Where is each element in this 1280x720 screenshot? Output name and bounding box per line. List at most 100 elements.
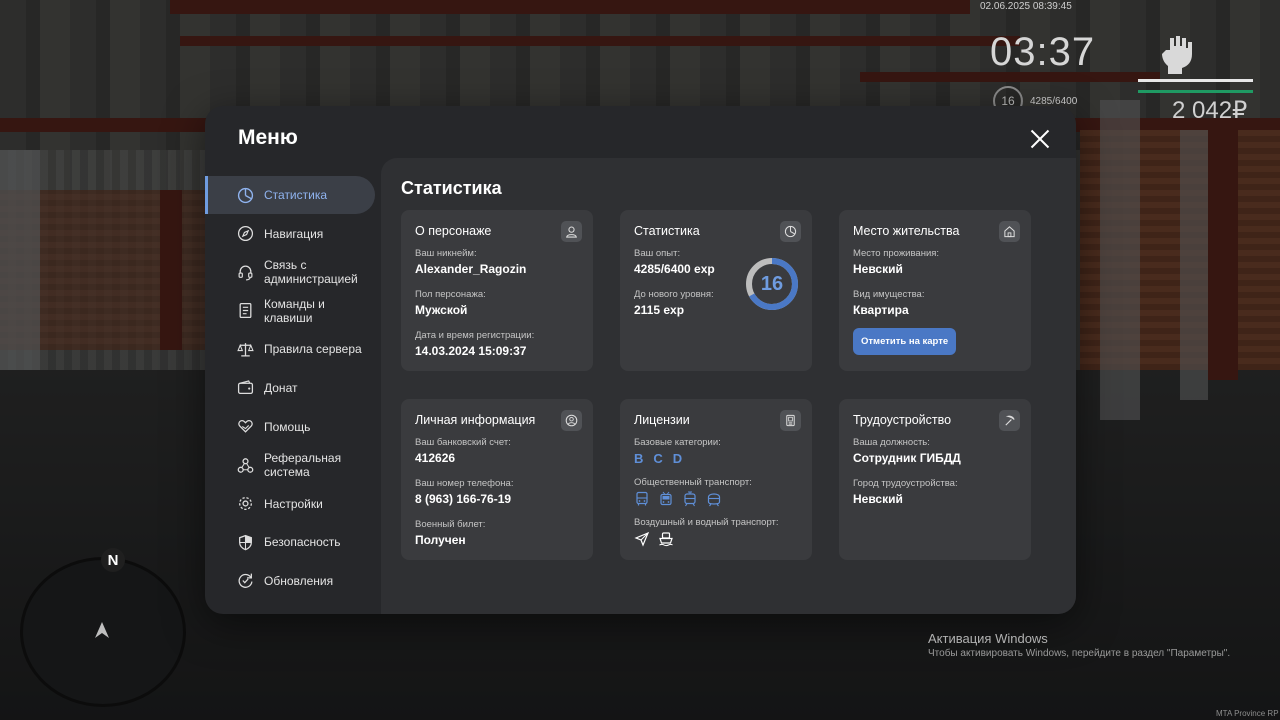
plane-icon [634, 531, 650, 547]
sidebar-item-admin-contact[interactable]: Связь с администрацией [205, 253, 375, 291]
card-character: О персонаже Ваш никнейм: Alexander_Ragoz… [401, 210, 593, 371]
tram-icon [684, 491, 696, 507]
headset-icon [238, 265, 253, 281]
bank-label: Ваш банковский счет: [415, 437, 511, 448]
pie-chart-icon [780, 221, 801, 242]
public-transport-icons [634, 491, 798, 507]
registration-label: Дата и время регистрации: [415, 330, 535, 341]
military-value: Получен [415, 533, 466, 547]
sidebar-item-label: Навигация [264, 226, 324, 241]
phone-value: 8 (963) 166-76-19 [415, 492, 512, 506]
position-label: Ваша должность: [853, 437, 930, 448]
user-icon [561, 221, 582, 242]
heart-hands-icon [238, 420, 253, 433]
card-residence: Место жительства Место проживания: Невск… [839, 210, 1031, 371]
card-title: О персонаже [415, 224, 492, 238]
boat-icon [659, 532, 673, 547]
page-title: Статистика [401, 178, 502, 198]
armor-bar [1138, 90, 1253, 93]
military-label: Военный билет: [415, 519, 486, 530]
nickname-value: Alexander_Ragozin [415, 262, 527, 276]
air-water-transport-label: Воздушный и водный транспорт: [634, 517, 779, 528]
metro-icon [707, 493, 721, 507]
server-watermark: MTA Province RP [1216, 709, 1279, 718]
home-icon [999, 221, 1020, 242]
fist-icon [1162, 36, 1192, 74]
card-employment: Трудоустройство Ваша должность: Сотрудни… [839, 399, 1031, 560]
property-value: Квартира [853, 303, 909, 317]
sidebar-item-updates[interactable]: Обновления [205, 562, 375, 600]
sidebar-item-stats[interactable]: Статистика [205, 176, 375, 214]
trolleybus-icon [660, 491, 672, 506]
gear-icon [239, 497, 252, 511]
phone-label: Ваш номер телефона: [415, 478, 514, 489]
scales-icon [237, 343, 254, 357]
gender-label: Пол персонажа: [415, 289, 486, 300]
sidebar-item-label: Команды и клавиши [264, 296, 325, 325]
card-title: Трудоустройство [853, 413, 952, 427]
card-title: Статистика [634, 224, 700, 238]
sidebar-item-label: Правила сервера [264, 342, 362, 357]
hud-money: 2 042₽ [1172, 97, 1248, 124]
sidebar-item-commands[interactable]: Команды и клавиши [205, 292, 375, 330]
license-category: B [634, 451, 644, 466]
hud-datetime: 02.06.2025 08:39:45 [980, 1, 1072, 12]
content-panel: Статистика О персонаже Ваш никнейм: Alex… [381, 158, 1076, 614]
sidebar-item-referral[interactable]: Реферальная система [205, 446, 375, 484]
windows-activation-title: Активация Windows [928, 631, 1048, 646]
card-personal-info: Личная информация Ваш банковский счет: 4… [401, 399, 593, 560]
license-category: D [672, 451, 683, 466]
sidebar-item-label: Настройки [264, 496, 323, 511]
license-category: C [653, 451, 663, 466]
player-arrow-icon [95, 622, 109, 638]
minimap-north: N [101, 548, 125, 572]
sidebar-item-security[interactable]: Безопасность [205, 523, 375, 561]
health-bar [1138, 79, 1253, 82]
sidebar-item-settings[interactable]: Настройки [205, 485, 375, 523]
card-title: Личная информация [415, 413, 536, 427]
nickname-label: Ваш никнейм: [415, 248, 477, 259]
public-transport-label: Общественный транспорт: [634, 477, 752, 488]
menu-title: Меню [238, 126, 298, 149]
sidebar-item-label: Связь с администрацией [264, 258, 358, 287]
basic-categories-label: Базовые категории: [634, 437, 721, 448]
sidebar-item-label: Обновления [264, 573, 334, 588]
sidebar-item-help[interactable]: Помощь [205, 408, 375, 446]
registration-value: 14.03.2024 15:09:37 [415, 344, 527, 358]
place-label: Место проживания: [853, 248, 940, 259]
compass-icon [237, 226, 254, 242]
card-licenses: Лицензии Базовые категории: B C D Общест… [620, 399, 812, 560]
sidebar: Статистика Навигация Связь с администрац… [205, 176, 381, 601]
referral-icon [237, 457, 254, 473]
menu-window: Меню Статистика Навигация Связь с админи… [205, 106, 1076, 614]
bus-icon [636, 491, 648, 506]
card-statistics: Статистика Ваш опыт: 4285/6400 exp До но… [620, 210, 812, 371]
shield-icon [239, 534, 252, 551]
sidebar-item-donate[interactable]: Донат [205, 369, 375, 407]
update-icon [238, 574, 253, 589]
level-number: 16 [760, 272, 784, 295]
close-button[interactable] [1029, 128, 1051, 150]
work-city-label: Город трудоустройства: [853, 478, 958, 489]
card-title: Место жительства [853, 224, 960, 238]
sidebar-item-rules[interactable]: Правила сервера [205, 330, 375, 368]
sidebar-item-label: Помощь [264, 419, 311, 434]
wallet-icon [237, 380, 254, 395]
position-value: Сотрудник ГИБДД [853, 451, 961, 465]
sidebar-item-navigation[interactable]: Навигация [205, 215, 375, 253]
windows-activation-subtitle: Чтобы активировать Windows, перейдите в … [928, 648, 1231, 659]
user-circle-icon [561, 410, 582, 431]
mark-on-map-button[interactable]: Отметить на карте [853, 328, 957, 355]
stats-icon [237, 187, 254, 203]
sidebar-item-label: Донат [264, 380, 298, 395]
pickaxe-icon [999, 410, 1020, 431]
id-card-icon [780, 410, 801, 431]
property-label: Вид имущества: [853, 289, 925, 300]
bank-value: 412626 [415, 451, 456, 465]
sidebar-item-label: Реферальная система [264, 451, 342, 480]
sidebar-item-label: Статистика [264, 188, 328, 202]
sidebar-item-label: Безопасность [264, 535, 341, 550]
card-title: Лицензии [634, 413, 690, 427]
license-categories: B C D [634, 451, 798, 466]
air-water-transport-icons [634, 531, 798, 547]
